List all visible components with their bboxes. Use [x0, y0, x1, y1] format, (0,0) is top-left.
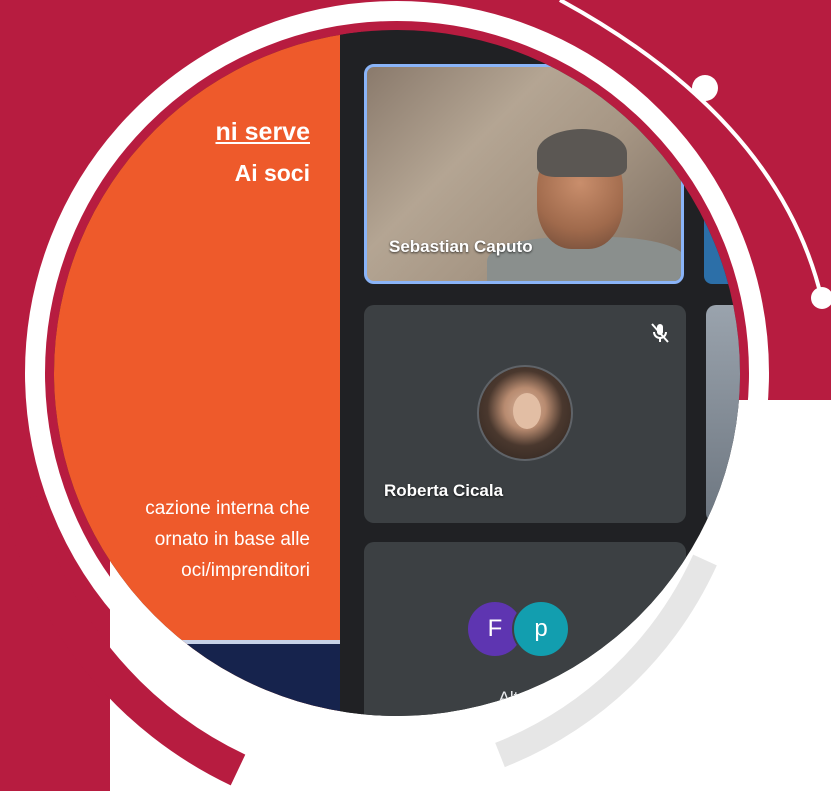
slide-body-line: cazione interna che	[145, 498, 310, 519]
slide-title: ni serve	[215, 118, 310, 146]
participant-tile-partial-2[interactable]	[706, 305, 740, 523]
mic-off-icon	[651, 323, 669, 343]
participant-name: Roberta Cicala	[384, 481, 504, 500]
layout-divider	[340, 30, 362, 716]
slide-footer	[54, 644, 340, 716]
slide-subtitle: Ai soci	[234, 160, 310, 186]
participant-name: Sebastian Caputo	[389, 237, 533, 256]
others-count-label: Altri 15	[498, 688, 552, 707]
slide-body: cazione interna che ornato in base alle …	[145, 493, 310, 586]
meeting-viewport: ni serve Ai soci cazione interna che orn…	[54, 30, 740, 716]
participant-tile-others[interactable]: F p Altri 15	[364, 542, 686, 716]
speaker-video-hair	[537, 129, 627, 177]
arc-dot-right	[811, 287, 831, 309]
participant-tile-partial[interactable]	[704, 64, 740, 284]
slide-body-line: ornato in base alle	[154, 529, 310, 550]
avatar-face	[513, 393, 541, 429]
participant-tile-roberta[interactable]: Roberta Cicala	[364, 305, 686, 523]
avatar	[477, 365, 573, 461]
slide-body-line: oci/imprenditori	[181, 560, 310, 581]
participant-tile-speaker[interactable]: Sebastian Caputo	[364, 64, 684, 284]
presentation-slide: ni serve Ai soci cazione interna che orn…	[54, 30, 340, 716]
participant-bubble: p	[512, 600, 570, 658]
